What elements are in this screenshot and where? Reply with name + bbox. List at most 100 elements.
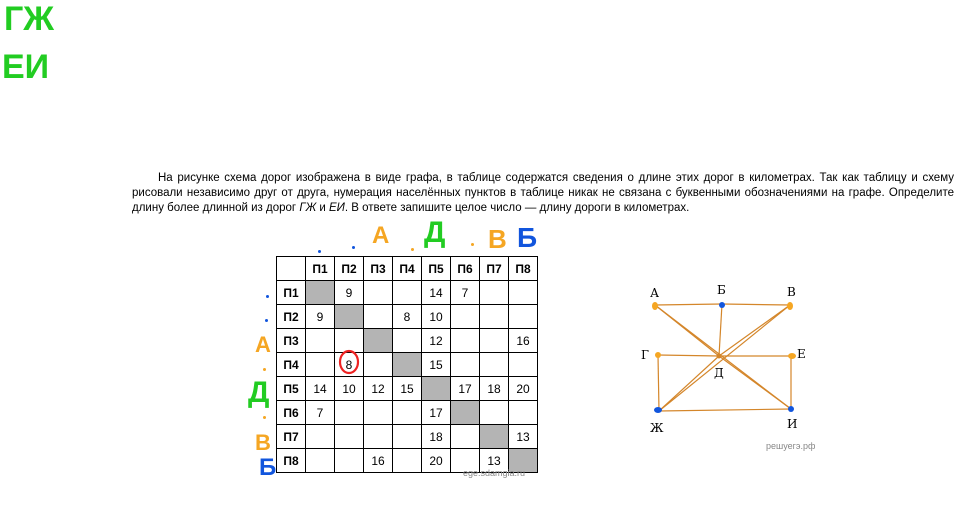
col-header: П2 — [334, 256, 364, 281]
row-header: П1 — [276, 280, 306, 305]
table-cell: 16 — [363, 448, 393, 473]
col-mark-p3: А — [372, 222, 390, 249]
row-dot-p4 — [263, 368, 266, 371]
table-cell — [479, 400, 509, 425]
row-mark-p3: А — [255, 332, 271, 357]
annotation-ei: ЕИ — [2, 48, 50, 86]
col-header: П8 — [508, 256, 538, 281]
col-header: П7 — [479, 256, 509, 281]
table-cell — [479, 352, 509, 377]
table-cell — [421, 376, 451, 401]
table-row: П3 12 16 — [276, 328, 538, 353]
row-dot-p2 — [265, 319, 268, 322]
row-dot-p6 — [263, 416, 266, 419]
vertex-zh-mark — [654, 407, 662, 413]
table-row: П1 9 14 7 — [276, 280, 538, 305]
table-cell — [305, 280, 335, 305]
table-cell — [334, 424, 364, 449]
table-cell — [508, 400, 538, 425]
table-cell — [363, 352, 393, 377]
table-cell — [450, 400, 480, 425]
col-dot-p4 — [411, 248, 414, 251]
vertex-label-zh: Ж — [650, 421, 664, 435]
table-cell: 18 — [421, 424, 451, 449]
vertex-g-mark — [655, 352, 661, 358]
table-cell — [392, 328, 422, 353]
table-cell — [392, 424, 422, 449]
table-cell — [363, 280, 393, 305]
col-mark-p5: Д — [424, 216, 446, 249]
edge-d-zh — [658, 355, 720, 412]
road-graph: А Б В Г Д Е Ж И — [641, 283, 806, 435]
table-cell: 8 — [392, 304, 422, 329]
table-cell — [363, 304, 393, 329]
row-header: П2 — [276, 304, 306, 329]
vertex-e-mark — [788, 353, 796, 359]
row-mark-p8: Б — [259, 454, 277, 481]
table-cell: 12 — [421, 328, 451, 353]
table-cell — [392, 448, 422, 473]
table-cell — [305, 328, 335, 353]
table-row: П2 9 8 10 — [276, 304, 538, 329]
graph-watermark: решуегэ.рф — [766, 441, 816, 451]
table-cell: 15 — [421, 352, 451, 377]
col-header: П3 — [363, 256, 393, 281]
edge-v-d — [718, 304, 791, 357]
vertex-label-d: Д — [714, 366, 724, 380]
table-cell — [334, 400, 364, 425]
row-header: П6 — [276, 400, 306, 425]
table-header-row: П1 П2 П3 П4 П5 П6 П7 П8 — [276, 256, 538, 281]
vertex-label-g: Г — [641, 348, 649, 362]
table-cell — [392, 352, 422, 377]
vertex-label-e: Е — [797, 347, 806, 361]
table-cell: 10 — [421, 304, 451, 329]
table-cell: 17 — [450, 376, 480, 401]
table-row: П7 18 13 — [276, 424, 538, 449]
table-corner — [276, 256, 306, 281]
road-ei: ЕИ — [328, 202, 345, 214]
table-cell — [334, 448, 364, 473]
table-cell — [479, 304, 509, 329]
table-cell: 17 — [421, 400, 451, 425]
table-cell — [450, 328, 480, 353]
vertex-i-mark — [788, 406, 794, 412]
table-row: П6 7 17 — [276, 400, 538, 425]
col-mark-p7: В — [488, 224, 507, 254]
vertex-label-b: Б — [717, 283, 726, 297]
edge-a-b — [654, 303, 723, 306]
col-dot-p1 — [318, 250, 321, 253]
col-header: П6 — [450, 256, 480, 281]
table-cell: 14 — [305, 376, 335, 401]
table-cell: 20 — [508, 376, 538, 401]
table-cell — [392, 280, 422, 305]
table-cell — [479, 328, 509, 353]
distance-table: П1 П2 П3 П4 П5 П6 П7 П8 П1 9 14 7 П2 9 8… — [276, 256, 538, 473]
table-cell: 12 — [363, 376, 393, 401]
col-mark-p8: Б — [517, 222, 538, 253]
row-dot-p1 — [266, 295, 269, 298]
row-header: П3 — [276, 328, 306, 353]
table-cell — [305, 448, 335, 473]
road-gzh: ГЖ — [299, 202, 317, 214]
graph-edges — [654, 303, 792, 412]
col-header: П1 — [305, 256, 335, 281]
table-cell — [305, 352, 335, 377]
task-conj: и — [316, 202, 329, 214]
task-text-part2: . В ответе запишите целое число — длину … — [344, 202, 690, 214]
vertex-a-mark — [652, 302, 658, 310]
table-cell: 9 — [305, 304, 335, 329]
row-mark-p7: В — [255, 430, 271, 455]
table-row: П5 14 10 12 15 17 18 20 — [276, 376, 538, 401]
red-circle-annotation — [338, 349, 360, 375]
vertex-label-a: А — [650, 286, 659, 300]
row-header: П7 — [276, 424, 306, 449]
table-cell: 7 — [305, 400, 335, 425]
table-cell — [363, 328, 393, 353]
table-cell: 18 — [479, 376, 509, 401]
table-cell: 9 — [334, 280, 364, 305]
vertex-b-mark — [719, 302, 725, 308]
table-cell: 14 — [421, 280, 451, 305]
edge-g-d — [657, 354, 720, 357]
col-dot-p6 — [471, 243, 474, 246]
table-cell: 20 — [421, 448, 451, 473]
